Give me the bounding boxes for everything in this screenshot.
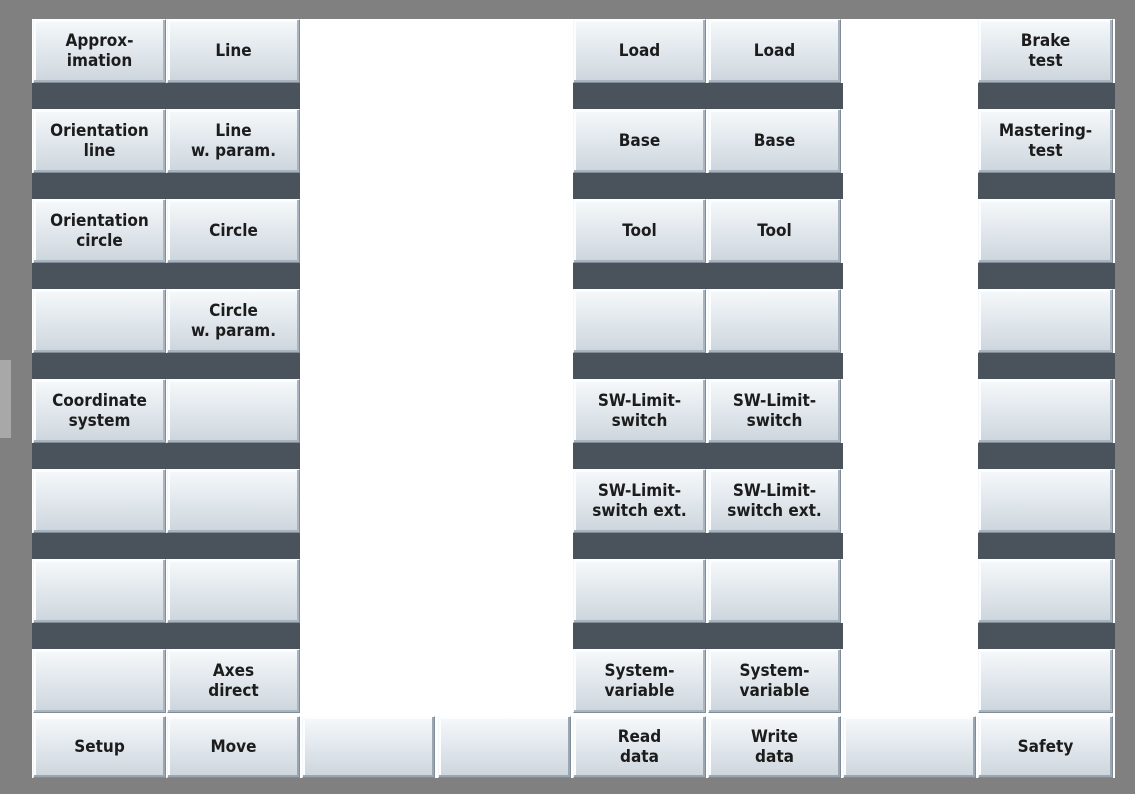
softkey-base[interactable]: Base [573,109,706,173]
softkey-panel: Approx- imation Line Orientation line Line … [32,19,1115,778]
softkey-line-w-param[interactable]: Line w. param. [167,109,300,173]
vertical-softkey-brake-test[interactable]: Brake test [978,19,1113,83]
softkey-tool[interactable]: Tool [708,199,841,263]
softkey-sw-limit-switch-ext[interactable]: SW-Limit- switch ext. [708,469,841,533]
right-separator-bar [978,263,1115,289]
softkey-blank-l70[interactable] [33,649,166,713]
softkey-load[interactable]: Load [708,19,841,83]
softkey-blank-m60[interactable] [573,559,706,623]
softkey-blank-m61[interactable] [708,559,841,623]
softkey-blank-l61[interactable] [167,559,300,623]
left-separator-bar [32,623,300,649]
horizontal-softkey-move[interactable]: Move [167,716,300,778]
left-separator-bar [32,533,300,559]
right-separator-bar [978,83,1115,109]
vertical-softkey-blank-r2[interactable] [978,199,1113,263]
right-separator-bar [978,173,1115,199]
softkey-load[interactable]: Load [573,19,706,83]
middle-separator-bar [573,623,843,649]
horizontal-softkey-safety[interactable]: Safety [978,716,1113,778]
softkey-sw-limit-switch-ext[interactable]: SW-Limit- switch ext. [573,469,706,533]
softkey-sw-limit-switch-ext-label: SW-Limit- switch ext. [592,481,687,521]
horizontal-softkey-write-data[interactable]: Write data [708,716,841,778]
softkey-blank-l60[interactable] [33,559,166,623]
softkey-tool-label: Tool [757,221,792,241]
softkey-orientation-circle-label: Orientation circle [50,211,149,251]
horizontal-softkey-move-label: Move [210,737,257,757]
softkey-circle-label: Circle [209,221,258,241]
softkey-system-variable[interactable]: System- variable [708,649,841,713]
softkey-system-variable[interactable]: System- variable [573,649,706,713]
softkey-orientation-line[interactable]: Orientation line [33,109,166,173]
horizontal-softkey-blank-h3[interactable] [438,716,571,778]
softkey-axes-direct-label: Axes direct [208,661,259,701]
softkey-sw-limit-switch-ext-label: SW-Limit- switch ext. [727,481,822,521]
softkey-load-label: Load [753,41,796,61]
softkey-approx-imation-label: Approx- imation [65,31,134,71]
vertical-softkey-blank-r7[interactable] [978,649,1113,713]
left-separator-bar [32,173,300,199]
softkey-load-label: Load [618,41,661,61]
softkey-blank-l50[interactable] [33,469,166,533]
softkey-circle[interactable]: Circle [167,199,300,263]
right-separator-bar [978,443,1115,469]
softkey-line-w-param-label: Line w. param. [190,121,277,161]
softkey-sw-limit-switch[interactable]: SW-Limit- switch [708,379,841,443]
softkey-orientation-line-label: Orientation line [50,121,149,161]
right-separator-bar [978,353,1115,379]
vertical-softkey-blank-r3[interactable] [978,289,1113,353]
middle-separator-bar [573,353,843,379]
horizontal-softkey-read-data-label: Read data [617,727,662,767]
softkey-tool[interactable]: Tool [573,199,706,263]
vertical-softkey-brake-test-label: Brake test [1020,31,1071,71]
right-separator-bar [978,533,1115,559]
left-separator-bar [32,263,300,289]
softkey-line[interactable]: Line [167,19,300,83]
vertical-softkey-mastering-test[interactable]: Mastering- test [978,109,1113,173]
left-separator-bar [32,443,300,469]
middle-separator-bar [573,263,843,289]
softkey-orientation-circle[interactable]: Orientation circle [33,199,166,263]
softkey-system-variable-label: System- variable [604,661,675,701]
horizontal-softkey-safety-label: Safety [1017,737,1074,757]
vertical-softkey-blank-r5[interactable] [978,469,1113,533]
horizontal-softkey-setup[interactable]: Setup [33,716,166,778]
softkey-axes-direct[interactable]: Axes direct [167,649,300,713]
vertical-softkey-blank-r6[interactable] [978,559,1113,623]
softkey-line-label: Line [215,41,252,61]
vertical-softkey-mastering-test-label: Mastering- test [998,121,1093,161]
softkey-blank-l41[interactable] [167,379,300,443]
softkey-approx-imation[interactable]: Approx- imation [33,19,166,83]
left-separator-bar [32,83,300,109]
softkey-tool-label: Tool [622,221,657,241]
softkey-system-variable-label: System- variable [739,661,810,701]
softkey-base[interactable]: Base [708,109,841,173]
softkey-blank-m31[interactable] [708,289,841,353]
horizontal-softkey-setup-label: Setup [74,737,125,757]
softkey-blank-l51[interactable] [167,469,300,533]
softkey-circle-w-param-label: Circle w. param. [190,301,277,341]
horizontal-softkey-read-data[interactable]: Read data [573,716,706,778]
softkey-base-label: Base [618,131,661,151]
softkey-coordinate-system-label: Coordinate system [52,391,147,431]
horizontal-softkey-blank-h6[interactable] [843,716,976,778]
softkey-sw-limit-switch-label: SW-Limit- switch [597,391,682,431]
right-separator-bar [978,623,1115,649]
softkey-base-label: Base [753,131,796,151]
softkey-coordinate-system[interactable]: Coordinate system [33,379,166,443]
softkey-blank-l30[interactable] [33,289,166,353]
horizontal-softkey-write-data-label: Write data [750,727,799,767]
softkey-circle-w-param[interactable]: Circle w. param. [167,289,300,353]
softkey-blank-m30[interactable] [573,289,706,353]
left-edge-tab [0,360,11,438]
middle-separator-bar [573,443,843,469]
middle-separator-bar [573,533,843,559]
left-separator-bar [32,353,300,379]
softkey-sw-limit-switch-label: SW-Limit- switch [732,391,817,431]
horizontal-softkey-blank-h2[interactable] [302,716,435,778]
softkey-sw-limit-switch[interactable]: SW-Limit- switch [573,379,706,443]
vertical-softkey-blank-r4[interactable] [978,379,1113,443]
middle-separator-bar [573,173,843,199]
middle-separator-bar [573,83,843,109]
